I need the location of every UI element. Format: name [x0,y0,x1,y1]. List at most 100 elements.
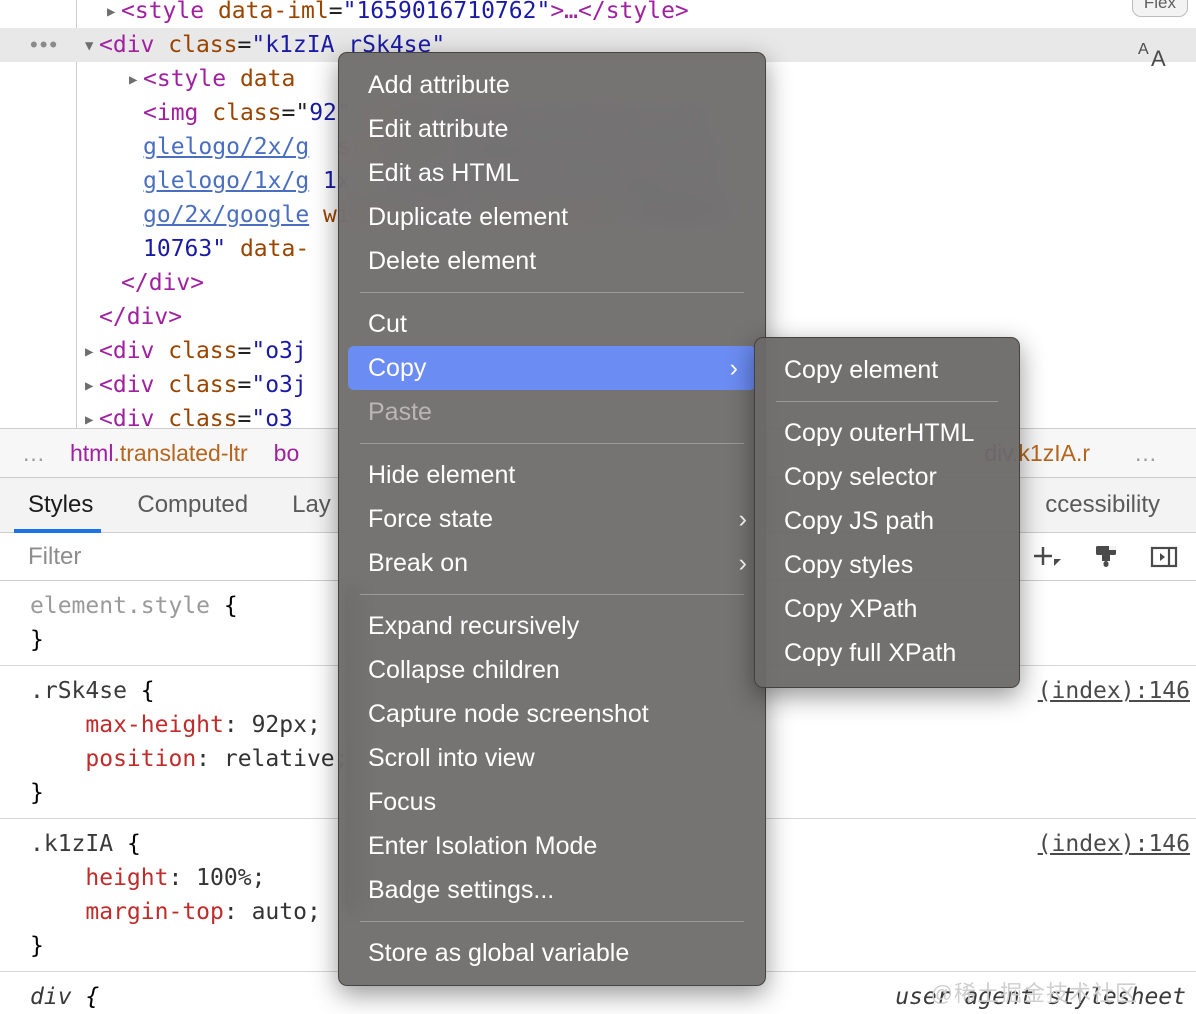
menu-item-focus[interactable]: Focus [339,780,765,824]
menu-item-break-on[interactable]: Break on › [339,541,765,585]
tab-styles[interactable]: Styles [0,478,115,533]
menu-item-label: Copy outerHTML [784,419,974,448]
expand-triangle-icon[interactable]: ▶ [129,63,143,97]
style-source-link[interactable]: (index):146 [1038,674,1190,708]
menu-item-label: Break on [368,549,468,578]
menu-item-copy-styles[interactable]: Copy styles [755,543,1019,587]
chevron-right-icon: › [730,356,738,381]
menu-item-copy-js-path[interactable]: Copy JS path [755,499,1019,543]
menu-item-label: Expand recursively [368,612,579,641]
css-value[interactable]: : 92px; [224,712,321,738]
menu-item-label: Duplicate element [368,203,568,232]
dom-token-link[interactable]: go/2x/google [143,202,309,228]
menu-item-paste: Paste [339,390,765,434]
element-classes-brush-icon[interactable] [1090,541,1122,573]
chevron-right-icon: › [739,507,747,532]
css-property[interactable]: position [30,746,196,772]
menu-item-copy-outerhtml[interactable]: Copy outerHTML [755,411,1019,455]
dom-token-tag: < [99,406,113,428]
menu-item-label: Store as global variable [368,939,629,968]
menu-item-cut[interactable]: Cut [339,302,765,346]
copy-submenu[interactable]: Copy element Copy outerHTML Copy selector C… [754,337,1020,688]
menu-item-label: Copy element [784,356,938,385]
dom-tree-line[interactable]: ▶<style data-iml="1659016710762">…</styl… [0,0,1196,28]
font-editor-icon[interactable]: A A [1138,38,1182,79]
menu-item-add-attribute[interactable]: Add attribute [339,63,765,107]
menu-item-enter-isolation-mode[interactable]: Enter Isolation Mode [339,824,765,868]
breadcrumb-item-body[interactable]: bo [274,440,300,467]
filter-input[interactable]: Filter [28,543,81,571]
dom-token-txtd: = [238,372,252,398]
menu-item-capture-node-screenshot[interactable]: Capture node screenshot [339,692,765,736]
dom-token-tag: < [143,66,157,92]
styles-toolbar[interactable] [1030,533,1180,581]
menu-item-expand-recursively[interactable]: Expand recursively [339,604,765,648]
tab-computed[interactable]: Computed [115,478,270,533]
dom-line-overflow-icon[interactable]: ••• [30,37,59,53]
tab-accessibility[interactable]: ccessibility [1023,478,1182,533]
menu-separator [360,443,744,444]
collapse-triangle-icon[interactable]: ▼ [85,29,99,63]
menu-item-label: Copy styles [784,551,913,580]
menu-item-collapse-children[interactable]: Collapse children [339,648,765,692]
selector-text: .rSk4se [30,678,127,704]
menu-item-label: Copy JS path [784,507,934,536]
menu-item-scroll-into-view[interactable]: Scroll into view [339,736,765,780]
dom-token-val: 10763" [143,236,226,262]
menu-separator [776,401,998,402]
breadcrumb-overflow-icon[interactable]: … [22,440,48,467]
css-property[interactable]: max-height [30,712,224,738]
style-source-link[interactable]: (index):146 [1038,827,1190,861]
dom-node-context-menu[interactable]: Add attributeEdit attributeEdit as HTML D… [338,52,766,986]
dom-token-val: "o3j [251,338,306,364]
css-value[interactable]: : 100%; [168,865,265,891]
chevron-right-icon: › [739,551,747,576]
menu-item-label: Copy selector [784,463,937,492]
toggle-sidebar-icon[interactable] [1148,541,1180,573]
dom-token-tag: style [157,66,226,92]
dom-token-link[interactable]: glelogo/1x/g [143,168,309,194]
menu-item-copy[interactable]: Copy› [348,346,756,390]
breadcrumb-item-html[interactable]: html.translated-ltr [70,440,248,467]
dom-token-tag: </div> [121,270,204,296]
menu-item-label: Cut [368,310,407,339]
menu-item-copy-selector[interactable]: Copy selector [755,455,1019,499]
css-value[interactable]: : relative; [196,746,348,772]
menu-item-store-as-global-variable[interactable]: Store as global variable [339,931,765,975]
dom-token-attr: class [198,100,281,126]
css-property[interactable]: height [30,865,168,891]
dom-token-tag: </div> [99,304,182,330]
dom-token-val: "1659016710762" [343,0,551,24]
menu-item-edit-attribute[interactable]: Edit attribute [339,107,765,151]
css-value[interactable]: : auto; [224,899,321,925]
menu-item-copy-full-xpath[interactable]: Copy full XPath [755,631,1019,675]
menu-item-label: Copy XPath [784,595,917,624]
menu-item-copy-xpath[interactable]: Copy XPath [755,587,1019,631]
menu-separator [360,292,744,293]
dom-token-tag: < [99,338,113,364]
dom-token-attr: data [226,66,295,92]
dom-token-tag: < [99,372,113,398]
menu-item-hide-element[interactable]: Hide element [339,453,765,497]
expand-triangle-icon[interactable]: ▶ [85,369,99,403]
dom-token-txtd: = [238,32,252,58]
expand-triangle-icon[interactable]: ▶ [85,403,99,428]
menu-item-edit-as-html[interactable]: Edit as HTML [339,151,765,195]
menu-item-force-state[interactable]: Force state› [339,497,765,541]
dom-token-attr: class [154,338,237,364]
expand-triangle-icon[interactable]: ▶ [107,0,121,29]
menu-item-delete-element[interactable]: Delete element [339,239,765,283]
expand-triangle-icon[interactable]: ▶ [85,335,99,369]
dom-token-link[interactable]: glelogo/2x/g [143,134,309,160]
menu-item-copy-element[interactable]: Copy element [755,348,1019,392]
breadcrumb-right-overflow-icon[interactable]: … [1134,440,1160,467]
menu-item-badge-settings[interactable]: Badge settings... [339,868,765,912]
menu-item-duplicate-element[interactable]: Duplicate element [339,195,765,239]
new-style-rule-icon[interactable] [1030,542,1064,572]
css-property[interactable]: margin-top [30,899,224,925]
menu-item-label: Enter Isolation Mode [368,832,597,861]
menu-item-label: Delete element [368,247,536,276]
dom-token-tag: >…</style> [550,0,688,24]
menu-item-label: Collapse children [368,656,560,685]
dom-token-tag: div [113,372,155,398]
